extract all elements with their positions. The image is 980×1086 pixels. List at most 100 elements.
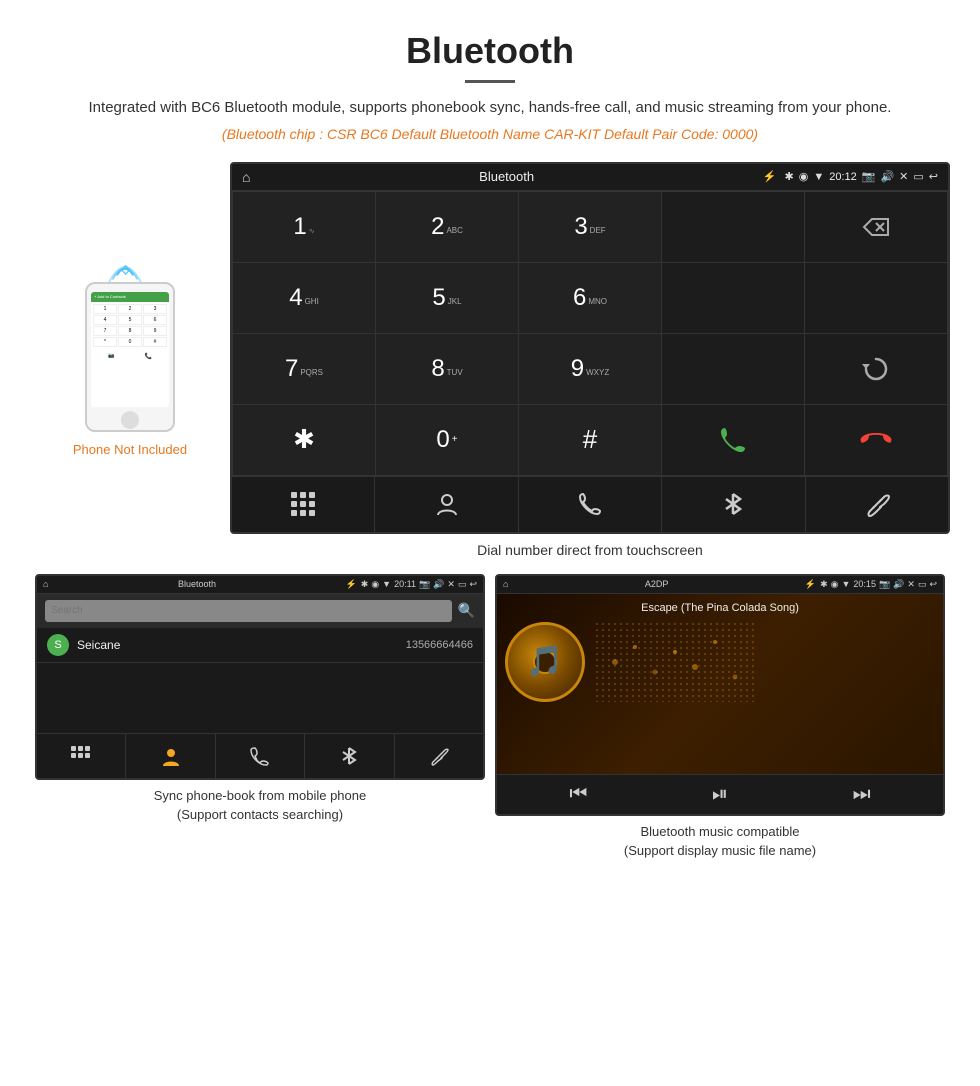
pb-cam-icon: 📷 — [419, 579, 430, 590]
phone-home-button[interactable] — [121, 411, 139, 429]
dialpad-key-3[interactable]: 3DEF — [519, 192, 661, 262]
music-title-bar: A2DP — [512, 579, 800, 589]
bottom-panels: ⌂ Bluetooth ⚡ ✱ ◉ ▼ 20:11 📷 🔊 ✕ ▭ ↩ — [0, 574, 980, 881]
music-status-icons: ✱ ◉ ▼ 20:15 📷 🔊 ✕ ▭ ↩ — [820, 579, 937, 590]
car-time: 20:12 — [829, 171, 857, 183]
pb-statusbar: ⌂ Bluetooth ⚡ ✱ ◉ ▼ 20:11 📷 🔊 ✕ ▭ ↩ — [37, 576, 483, 594]
dialpad-key-6[interactable]: 6MNO — [519, 263, 661, 333]
dialpad-empty-3 — [805, 263, 947, 333]
music-panel: ⌂ A2DP ⚡ ✱ ◉ ▼ 20:15 📷 🔊 ✕ ▭ ↩ Escape (T… — [495, 574, 945, 861]
music-vol-icon: 🔊 — [893, 579, 904, 590]
music-time: 20:15 — [853, 579, 876, 590]
volume-icon[interactable]: 🔊 — [880, 170, 894, 183]
dialpad-key-8[interactable]: 8TUV — [376, 334, 518, 404]
pb-bt-icon: ✱ — [361, 579, 369, 590]
pb-contact-row[interactable]: S Seicane 13566664466 — [37, 628, 483, 663]
dialpad-call-button[interactable] — [662, 405, 804, 475]
song-title: Escape (The Pina Colada Song) — [641, 602, 799, 614]
pb-search-input[interactable] — [45, 600, 452, 622]
back-icon[interactable]: ↩ — [929, 170, 938, 183]
car-screen-wrapper: ⌂ Bluetooth ⚡ ✱ ◉ ▼ 20:12 📷 🔊 ✕ ▭ ↩ — [230, 162, 950, 534]
music-loc-icon: ◉ — [831, 579, 839, 590]
svg-text:⬦: ⬦ — [120, 261, 131, 276]
car-bottom-call[interactable] — [519, 477, 662, 532]
close-icon[interactable]: ✕ — [899, 170, 908, 183]
pb-contact-name: Seicane — [77, 638, 406, 652]
pb-bottom-apps[interactable] — [37, 734, 126, 778]
car-bottom-link[interactable] — [806, 477, 948, 532]
pb-contact-number: 13566664466 — [406, 639, 473, 651]
prev-track-button[interactable]: ⏮ — [569, 783, 587, 806]
pb-bottom-bar — [37, 733, 483, 778]
dialpad-end-call-button[interactable] — [805, 405, 947, 475]
dialpad-key-9[interactable]: 9WXYZ — [519, 334, 661, 404]
music-usb-icon: ⚡ — [805, 579, 816, 590]
dialpad-grid: 1∿ 2ABC 3DEF 4GHI — [232, 191, 948, 476]
pb-bottom-contacts-active[interactable] — [126, 734, 215, 778]
car-screen-title: Bluetooth — [258, 169, 754, 184]
car-bottom-dialpad[interactable] — [232, 477, 375, 532]
status-icons: ✱ ◉ ▼ 20:12 📷 🔊 ✕ ▭ ↩ — [785, 170, 939, 183]
pb-sig-icon: ▼ — [382, 579, 391, 590]
dialpad-key-7[interactable]: 7PQRS — [233, 334, 375, 404]
window-icon[interactable]: ▭ — [913, 170, 923, 183]
header-specs: (Bluetooth chip : CSR BC6 Default Blueto… — [20, 126, 960, 142]
phone-not-included-label: Phone Not Included — [73, 442, 187, 457]
phone-aside: ⬦ + Add to Contacts 123 456 789 *0# 📷 — [30, 162, 230, 457]
dialpad-refresh[interactable] — [805, 334, 947, 404]
play-pause-button[interactable]: ⏯ — [712, 783, 728, 806]
pb-vol-icon: 🔊 — [433, 579, 444, 590]
car-bottom-bar — [232, 476, 948, 532]
next-track-button[interactable]: ⏭ — [853, 783, 871, 806]
usb-icon: ⚡ — [763, 170, 777, 183]
page-title: Bluetooth — [20, 30, 960, 72]
music-screen: ⌂ A2DP ⚡ ✱ ◉ ▼ 20:15 📷 🔊 ✕ ▭ ↩ Escape (T… — [495, 574, 945, 816]
phone-body: + Add to Contacts 123 456 789 *0# 📷 📞 — [85, 282, 175, 432]
music-cam-icon: 📷 — [879, 579, 890, 590]
pb-win-icon: ▭ — [458, 579, 467, 590]
car-statusbar: ⌂ Bluetooth ⚡ ✱ ◉ ▼ 20:12 📷 🔊 ✕ ▭ ↩ — [232, 164, 948, 191]
pb-caption: Sync phone-book from mobile phone (Suppo… — [35, 780, 485, 825]
home-icon[interactable]: ⌂ — [242, 169, 250, 185]
music-caption: Bluetooth music compatible (Support disp… — [495, 816, 945, 861]
dialpad-key-hash[interactable]: # — [519, 405, 661, 475]
pb-search-bar: 🔍 — [37, 594, 483, 628]
music-statusbar: ⌂ A2DP ⚡ ✱ ◉ ▼ 20:15 📷 🔊 ✕ ▭ ↩ — [497, 576, 943, 594]
pb-x-icon: ✕ — [447, 579, 455, 590]
music-win-icon: ▭ — [918, 579, 927, 590]
phone-dialpad: 123 456 789 *0# — [91, 302, 169, 349]
pb-back-icon[interactable]: ↩ — [469, 579, 477, 590]
dialpad-key-5[interactable]: 5JKL — [376, 263, 518, 333]
car-bottom-bluetooth[interactable] — [662, 477, 805, 532]
music-back-icon[interactable]: ↩ — [929, 579, 937, 590]
pb-usb-icon: ⚡ — [346, 579, 357, 590]
music-home-icon[interactable]: ⌂ — [503, 579, 508, 589]
music-controls: ⏮ ⏯ ⏭ — [497, 774, 943, 814]
pb-bottom-phone[interactable] — [216, 734, 305, 778]
main-caption: Dial number direct from touchscreen — [200, 534, 980, 574]
dialpad-key-0[interactable]: 0+ — [376, 405, 518, 475]
main-section: ⬦ + Add to Contacts 123 456 789 *0# 📷 — [0, 152, 980, 534]
pb-status-icons: ✱ ◉ ▼ 20:11 📷 🔊 ✕ ▭ ↩ — [361, 579, 477, 590]
location-icon: ◉ — [799, 170, 809, 183]
pb-home-icon[interactable]: ⌂ — [43, 579, 48, 589]
title-divider — [465, 80, 515, 83]
dialpad-key-star[interactable]: ✱ — [233, 405, 375, 475]
dialpad-empty-2 — [662, 263, 804, 333]
pb-search-icon[interactable]: 🔍 — [458, 602, 475, 619]
dialpad-backspace[interactable] — [805, 192, 947, 262]
dialpad-empty-1 — [662, 192, 804, 262]
camera-icon[interactable]: 📷 — [862, 170, 876, 183]
dialpad-empty-4 — [662, 334, 804, 404]
dialpad-key-4[interactable]: 4GHI — [233, 263, 375, 333]
phonebook-screen: ⌂ Bluetooth ⚡ ✱ ◉ ▼ 20:11 📷 🔊 ✕ ▭ ↩ — [35, 574, 485, 780]
dialpad-key-1[interactable]: 1∿ — [233, 192, 375, 262]
dialpad-key-2[interactable]: 2ABC — [376, 192, 518, 262]
signal-icon: ▼ — [813, 171, 824, 183]
car-bottom-contacts[interactable] — [375, 477, 518, 532]
phone-screen-bar: + Add to Contacts — [91, 292, 169, 302]
pb-loc-icon: ◉ — [371, 579, 379, 590]
pb-bottom-bt[interactable] — [305, 734, 394, 778]
music-x-icon: ✕ — [907, 579, 915, 590]
pb-bottom-link2[interactable] — [395, 734, 483, 778]
